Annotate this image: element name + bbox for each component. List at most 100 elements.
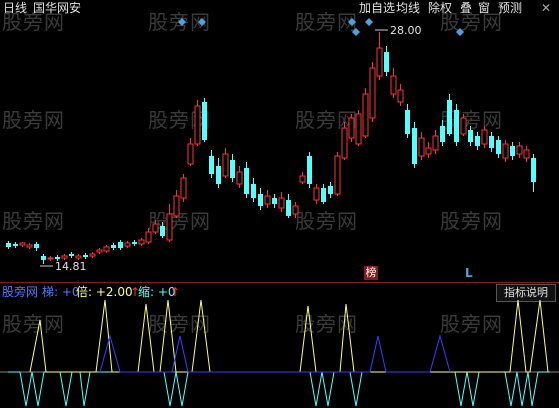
candle-body: [313, 187, 320, 201]
candle-body: [384, 52, 389, 72]
candle-body: [69, 254, 74, 256]
candle-body: [531, 158, 536, 182]
candles: [6, 32, 536, 264]
candle-body: [138, 239, 145, 245]
close-icon[interactable]: ✕: [541, 1, 551, 15]
candle-body: [440, 126, 445, 142]
diamond-marker-icon: [365, 18, 373, 26]
candle-body: [272, 198, 277, 204]
diamond-marker-icon: [178, 18, 186, 26]
candle-body: [278, 197, 285, 209]
candle-body: [61, 255, 68, 259]
suo-arrow-icon: ↑: [170, 285, 181, 299]
candle-body: [334, 155, 341, 195]
candle-body: [454, 110, 459, 142]
candle-body: [292, 205, 299, 215]
candle-body: [194, 105, 201, 145]
menu-moving-average[interactable]: 均线: [396, 1, 420, 15]
candle-body: [523, 149, 530, 159]
panel-divider: [0, 282, 559, 283]
l-marker: L: [465, 266, 473, 280]
candle-body: [390, 75, 397, 95]
candle-body: [75, 255, 82, 259]
high-price-label: 28.00: [390, 24, 422, 37]
menu-add-favorite[interactable]: 加自选: [359, 1, 395, 15]
candle-body: [510, 146, 515, 156]
candle-body: [111, 245, 116, 248]
candle-body: [468, 130, 473, 142]
ti-value: 梯: +0: [42, 285, 80, 299]
candle-body: [362, 93, 369, 137]
candle-body: [41, 256, 46, 260]
candle-body: [103, 246, 110, 252]
indicator-name[interactable]: 股旁网: [2, 285, 38, 299]
indicator-chart[interactable]: [0, 300, 559, 408]
ranking-marker[interactable]: 榜: [364, 266, 378, 280]
candle-body: [187, 143, 194, 165]
candle-body: [180, 177, 187, 199]
yellow-signal-line: [29, 300, 549, 373]
candle-body: [369, 67, 376, 119]
candle-body: [264, 195, 271, 205]
candle-body: [489, 136, 494, 148]
low-price-label: 14.81: [55, 260, 87, 273]
candle-body: [230, 160, 235, 178]
candle-body: [307, 156, 312, 184]
candle-body: [376, 47, 383, 77]
candle-body: [152, 223, 159, 233]
candle-body: [145, 231, 152, 243]
candle-body: [118, 242, 123, 248]
candle-body: [405, 110, 410, 134]
diamond-marker-icon: [348, 18, 356, 26]
candle-body: [251, 184, 256, 198]
candle-body: [481, 129, 488, 145]
candle-body: [412, 128, 417, 164]
candle-body: [160, 226, 165, 236]
candle-body: [418, 137, 425, 157]
candle-body: [13, 244, 18, 246]
candle-body: [216, 166, 221, 184]
candle-body: [34, 244, 39, 248]
bei-value: 倍: +2.00: [76, 285, 133, 299]
diamond-marker-icon: [198, 18, 206, 26]
diamond-marker-icon: [352, 28, 360, 36]
blue-signal-line: [99, 334, 451, 373]
candle-body: [432, 135, 439, 151]
candle-body: [321, 188, 326, 202]
candle-body: [89, 253, 96, 257]
candle-body: [6, 243, 11, 247]
diamond-marker-icon: [456, 28, 464, 36]
candle-body: [222, 153, 229, 177]
candle-body: [425, 147, 432, 155]
candle-body: [166, 213, 173, 241]
candle-body: [496, 140, 501, 154]
candle-body: [299, 175, 306, 183]
cyan-signal-line: [8, 371, 550, 407]
candle-body: [516, 145, 523, 155]
candle-body: [447, 100, 452, 134]
candle-body: [328, 186, 333, 194]
candle-body: [96, 249, 103, 253]
candle-body: [19, 242, 26, 246]
candle-body: [348, 117, 355, 139]
candlestick-chart[interactable]: 28.00 14.81: [0, 18, 559, 282]
candle-body: [244, 168, 249, 194]
candle-body: [26, 244, 33, 248]
candle-body: [55, 257, 60, 259]
candle-body: [355, 113, 362, 145]
candle-body: [341, 127, 348, 159]
candle-body: [460, 117, 467, 135]
candle-body: [124, 242, 131, 247]
candle-body: [258, 194, 263, 206]
candle-body: [132, 242, 137, 244]
candle-body: [209, 156, 214, 174]
candle-body: [475, 136, 480, 146]
candle-body: [502, 143, 509, 159]
candle-body: [236, 171, 243, 185]
candle-body: [83, 255, 88, 257]
candle-body: [397, 89, 404, 103]
candle-body: [202, 102, 207, 140]
candle-body: [286, 200, 291, 216]
candle-body: [47, 257, 54, 260]
candle-body: [173, 195, 180, 217]
